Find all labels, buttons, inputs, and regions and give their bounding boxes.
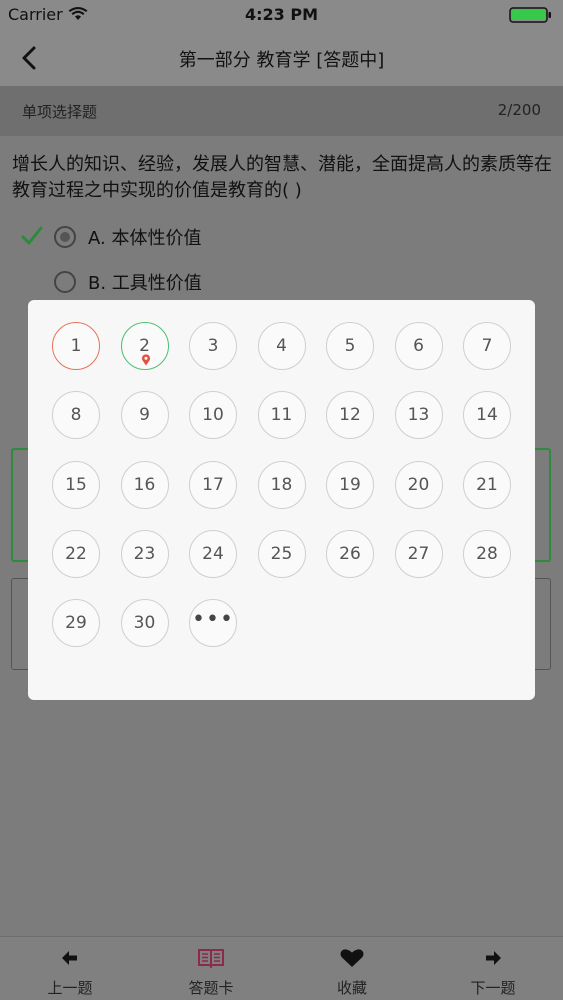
question-number-button[interactable]: 4 bbox=[257, 322, 306, 370]
question-info-bar: 单项选择题 2/200 bbox=[0, 86, 563, 136]
question-number-button[interactable]: 8 bbox=[52, 391, 100, 440]
location-pin-icon bbox=[141, 354, 150, 366]
question-number-button[interactable]: 29 bbox=[52, 599, 100, 648]
option-label: B. 工具性价值 bbox=[88, 273, 202, 294]
clock: 4:23 PM bbox=[244, 5, 318, 24]
question-number-button[interactable]: 11 bbox=[257, 391, 306, 440]
tab-label: 下一题 bbox=[470, 979, 516, 997]
question-number-button[interactable]: 30 bbox=[120, 599, 169, 648]
question-number-button[interactable]: 19 bbox=[326, 460, 374, 509]
question-number-button[interactable]: 22 bbox=[52, 529, 100, 578]
question-number-button[interactable]: 12 bbox=[326, 391, 374, 440]
question-number-button[interactable]: 25 bbox=[257, 529, 306, 578]
arrow-left-icon bbox=[62, 951, 77, 965]
answer-card-icon bbox=[198, 949, 224, 969]
question-number-button[interactable]: 13 bbox=[394, 391, 443, 440]
question-text: 增长人的知识、经验，发展人的智慧、潜能，全面提高人的素质等在教育过程之中实现的价… bbox=[12, 154, 552, 201]
question-number-button[interactable]: 7 bbox=[463, 322, 511, 370]
tab-favorite[interactable]: 收藏 bbox=[282, 937, 422, 1000]
question-number-button[interactable]: 20 bbox=[394, 460, 443, 509]
page-title: 第一部分 教育学 [答题中] bbox=[178, 50, 385, 71]
question-number-button[interactable]: 28 bbox=[463, 529, 511, 578]
battery-icon bbox=[509, 7, 551, 23]
more-questions-button[interactable]: ••• bbox=[189, 599, 237, 648]
status-bar: Carrier 4:23 PM bbox=[0, 0, 563, 30]
question-number-button[interactable]: 27 bbox=[394, 529, 443, 578]
question-number-button[interactable]: 10 bbox=[189, 391, 237, 440]
bottom-tab-bar: 上一题 答题卡 收藏 下一题 bbox=[0, 936, 563, 1000]
arrow-right-icon bbox=[486, 951, 501, 965]
question-number-button[interactable]: 3 bbox=[189, 322, 237, 370]
question-number-button[interactable]: 23 bbox=[120, 529, 169, 578]
option-a[interactable]: A. 本体性价值 bbox=[0, 222, 563, 258]
option-b[interactable]: B. 工具性价值 bbox=[0, 267, 563, 303]
tab-label: 上一题 bbox=[47, 979, 93, 997]
radio-button[interactable] bbox=[54, 271, 76, 293]
tab-next-question[interactable]: 下一题 bbox=[423, 937, 563, 1000]
option-label: A. 本体性价值 bbox=[88, 228, 202, 249]
question-number-button[interactable]: 5 bbox=[326, 322, 374, 370]
question-number-button[interactable]: 6 bbox=[394, 322, 443, 370]
question-number-button[interactable]: 2 bbox=[120, 322, 169, 370]
heart-icon bbox=[340, 949, 364, 967]
question-number-button[interactable]: 16 bbox=[120, 460, 169, 509]
question-number-button[interactable]: 18 bbox=[257, 460, 306, 509]
question-number-button[interactable]: 24 bbox=[189, 529, 237, 578]
tab-previous-question[interactable]: 上一题 bbox=[0, 937, 140, 1000]
question-number-button[interactable]: 1 bbox=[52, 322, 100, 370]
question-number-button[interactable]: 15 bbox=[52, 460, 100, 509]
answer-card-popup: 1 2 3 4 5 6 7 8 9 10 11 12 13 14 15 16 17 18 19 20 21 22 23 24 2… bbox=[28, 300, 535, 700]
question-number-button[interactable]: 14 bbox=[463, 391, 511, 440]
radio-button-selected[interactable] bbox=[54, 226, 76, 248]
question-type-label: 单项选择题 bbox=[22, 103, 98, 121]
question-progress: 2/200 bbox=[497, 101, 541, 119]
tab-label: 答题卡 bbox=[188, 979, 234, 997]
tab-answer-card[interactable]: 答题卡 bbox=[141, 937, 281, 1000]
question-number-button[interactable]: 26 bbox=[326, 529, 374, 578]
tab-label: 收藏 bbox=[336, 979, 367, 997]
question-number-button[interactable]: 21 bbox=[463, 460, 511, 509]
check-icon bbox=[21, 226, 43, 245]
question-number-button[interactable]: 9 bbox=[120, 391, 169, 440]
question-number-button[interactable]: 17 bbox=[189, 460, 237, 509]
navigation-bar: 第一部分 教育学 [答题中] bbox=[0, 30, 563, 86]
